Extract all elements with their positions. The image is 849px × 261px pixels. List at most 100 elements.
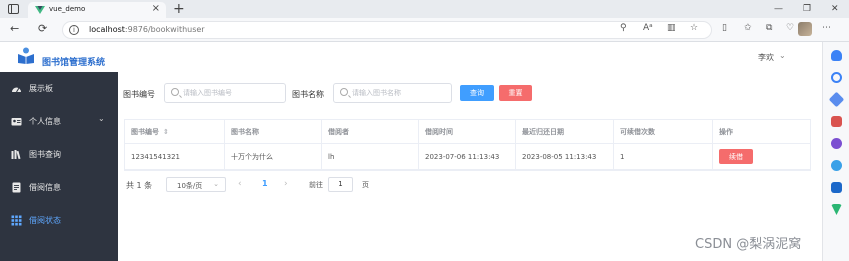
table-header-row: 图书编号 ⇕ 图书名称 借阅者 借阅时间 最近归还日期 可续借次数 操作 — [125, 120, 810, 144]
sort-icon[interactable]: ⇕ — [163, 128, 169, 136]
search-icon — [340, 88, 348, 96]
address-bar: ← ⟳ i localhost:9876/bookwithuser ⚲ Aᵃ ▥… — [0, 18, 849, 42]
browser-tab-bar: vue_demo × + — ❐ ✕ — [0, 0, 849, 18]
site-info-icon[interactable]: i — [69, 25, 79, 35]
page-number-current[interactable]: 1 — [262, 179, 268, 188]
goto-page-input[interactable]: 1 — [328, 177, 353, 192]
goto-label: 前往 — [309, 181, 323, 189]
url-path: :9876/bookwithuser — [124, 25, 205, 34]
pagination: 共 1 条 10条/页 ⌄ ‹ 1 › 前往 1 页 — [124, 177, 424, 193]
menu-item-book-search[interactable]: 图书查询 — [0, 138, 118, 171]
cell-borrower: lh — [322, 144, 419, 169]
edge-sidebar — [822, 42, 849, 261]
vue-logo-icon — [35, 6, 45, 14]
grid-icon — [11, 215, 22, 226]
refresh-button[interactable]: ⟳ — [38, 22, 47, 35]
chevron-down-icon: ⌄ — [98, 114, 105, 123]
browser-tab[interactable]: vue_demo × — [28, 2, 166, 18]
reset-button[interactable]: 重置 — [499, 85, 532, 101]
column-header-return-date: 最近归还日期 — [516, 120, 614, 143]
extensions-icon[interactable]: ♡ — [786, 23, 794, 33]
menu-label: 图书查询 — [29, 150, 61, 159]
url-text: localhost:9876/bookwithuser — [89, 25, 205, 34]
page-size-select[interactable]: 10条/页 ⌄ — [166, 177, 226, 192]
cell-book-no: 12341541321 — [125, 144, 225, 169]
chevron-down-icon[interactable]: ⌄ — [779, 51, 786, 60]
shopping-tag-icon[interactable] — [828, 91, 845, 108]
people-icon[interactable] — [831, 138, 842, 149]
url-field[interactable]: i localhost:9876/bookwithuser — [62, 21, 712, 39]
column-header-borrow-time: 借阅时间 — [419, 120, 516, 143]
menu-item-dashboard[interactable]: 展示板 — [0, 72, 118, 105]
outlook-icon[interactable] — [831, 182, 842, 193]
prev-page-button[interactable]: ‹ — [238, 179, 242, 189]
renew-button[interactable]: 续借 — [719, 149, 753, 164]
book-no-input[interactable] — [183, 87, 283, 99]
tab-title: vue_demo — [49, 5, 86, 13]
tab-actions-icon[interactable] — [8, 4, 19, 14]
query-button[interactable]: 查询 — [460, 85, 494, 101]
book-name-label: 图书名称 — [292, 90, 324, 99]
cell-book-name: 十万个为什么 — [225, 144, 322, 169]
page-size-value: 10条/页 — [177, 182, 203, 190]
browser-profile-avatar[interactable] — [798, 22, 812, 36]
watermark: CSDN @梨涡泥窝 — [695, 237, 802, 252]
column-header-book-name: 图书名称 — [225, 120, 322, 143]
column-header-actions: 操作 — [719, 127, 733, 136]
toolbox-icon[interactable] — [831, 116, 842, 127]
menu-label: 借阅信息 — [29, 183, 61, 192]
book-no-input-wrapper[interactable] — [164, 83, 286, 103]
table-row: 12341541321 十万个为什么 lh 2023-07-06 11:13:4… — [125, 144, 810, 170]
column-header-renew-count: 可续借次数 — [614, 120, 713, 143]
book-name-input[interactable] — [352, 87, 452, 99]
menu-item-borrow-status[interactable]: 借阅状态 — [0, 204, 118, 237]
search-icon[interactable] — [831, 72, 842, 83]
side-menu: 展示板 个人信息 ⌄ 图书查询 借阅信息 借阅状态 — [0, 72, 118, 261]
column-header-borrower: 借阅者 — [322, 120, 419, 143]
cell-borrow-time: 2023-07-06 11:13:43 — [419, 144, 516, 169]
next-page-button[interactable]: › — [284, 179, 288, 189]
cell-actions: 续借 — [713, 144, 812, 169]
pagination-total: 共 1 条 — [126, 181, 153, 190]
document-icon — [12, 182, 21, 193]
menu-item-personal-info[interactable]: 个人信息 ⌄ — [0, 105, 118, 138]
minimize-button[interactable]: — — [774, 0, 783, 18]
copilot-icon[interactable] — [831, 160, 842, 171]
books-icon — [11, 150, 21, 160]
more-menu-icon[interactable]: ⋯ — [822, 23, 831, 33]
url-host: localhost — [89, 25, 125, 34]
dashboard-icon — [12, 87, 21, 93]
menu-item-borrow-info[interactable]: 借阅信息 — [0, 171, 118, 204]
key-icon[interactable]: ⚲ — [620, 23, 627, 33]
goto-unit: 页 — [362, 181, 369, 189]
chevron-down-icon: ⌄ — [213, 180, 219, 188]
read-aloud-icon[interactable]: Aᵃ — [643, 23, 653, 33]
cell-renew-count: 1 — [614, 144, 713, 169]
book-name-input-wrapper[interactable] — [333, 83, 452, 103]
collections-icon[interactable]: ⧉ — [766, 23, 772, 33]
new-tab-button[interactable]: + — [173, 0, 185, 18]
maximize-button[interactable]: ❐ — [803, 0, 811, 18]
user-name-dropdown[interactable]: 李欢 — [758, 52, 774, 63]
bell-icon[interactable] — [831, 50, 842, 61]
app-header: 图书馆管理系统 李欢 ⌄ — [0, 42, 822, 72]
library-logo-icon — [18, 47, 34, 64]
favorite-star-icon[interactable]: ☆ — [690, 23, 698, 33]
back-button[interactable]: ← — [10, 22, 19, 35]
header-label: 图书编号 — [131, 127, 159, 136]
close-window-button[interactable]: ✕ — [831, 0, 839, 18]
app-brand-title: 图书馆管理系统 — [42, 58, 106, 68]
sidebar-toggle-icon[interactable]: ▯ — [722, 23, 727, 33]
search-icon — [171, 88, 179, 96]
drop-icon[interactable] — [831, 204, 842, 215]
borrow-status-table: 图书编号 ⇕ 图书名称 借阅者 借阅时间 最近归还日期 可续借次数 操作 123… — [124, 119, 811, 171]
split-screen-icon[interactable]: ▥ — [667, 23, 676, 33]
tab-close-icon[interactable]: × — [152, 3, 160, 14]
id-card-icon — [11, 118, 22, 126]
menu-label: 借阅状态 — [29, 216, 61, 225]
menu-label: 展示板 — [29, 84, 53, 93]
book-no-label: 图书编号 — [123, 90, 155, 99]
column-header-book-no[interactable]: 图书编号 ⇕ — [125, 120, 225, 143]
cell-return-date: 2023-08-05 11:13:43 — [516, 144, 614, 169]
favorites-icon[interactable]: ✩ — [744, 23, 752, 33]
